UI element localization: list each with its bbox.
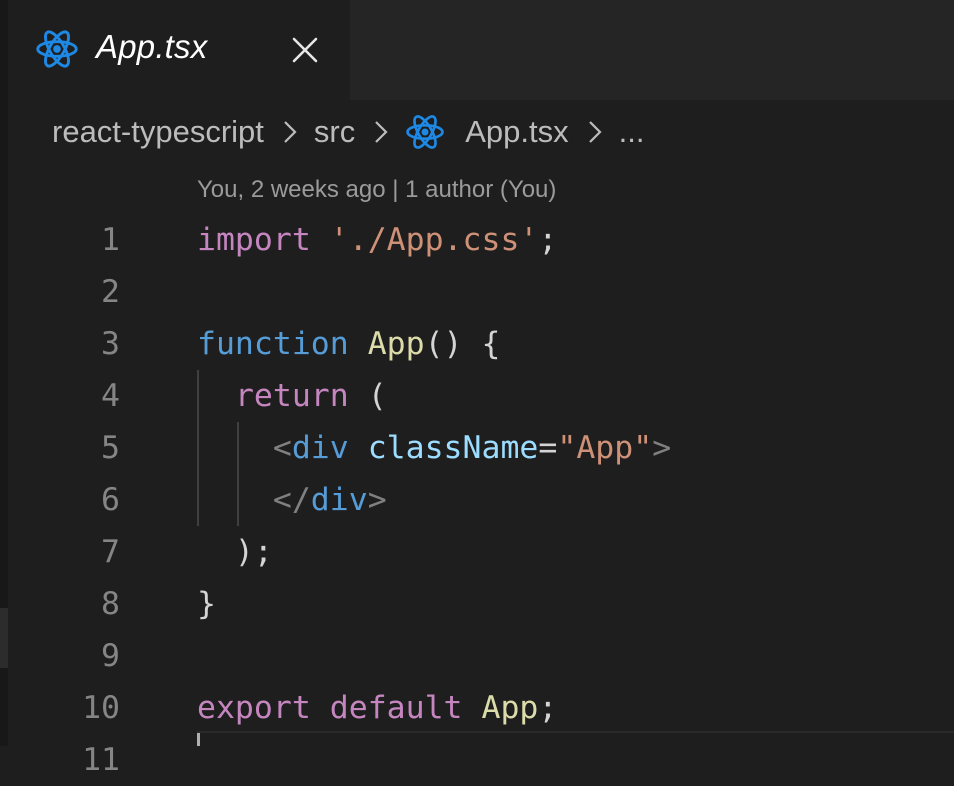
code-text: ); — [197, 526, 273, 578]
close-icon[interactable] — [291, 36, 319, 64]
code-editor[interactable]: 1 import './App.css'; 2 3 function App() {4 … — [0, 214, 954, 778]
code-token: = — [538, 430, 558, 466]
code-token: </ — [272, 482, 311, 518]
code-token: default — [329, 690, 463, 726]
code-token: App — [367, 326, 425, 362]
code-text: return ( — [197, 370, 387, 422]
line-number: 5 — [101, 430, 120, 466]
code-token: ; — [538, 690, 558, 726]
code-token: import — [197, 222, 311, 258]
code-text: import './App.css'; — [197, 214, 557, 266]
code-token: export — [197, 690, 311, 726]
code-line[interactable]: 10 export default App; — [0, 682, 954, 734]
tab-app-tsx[interactable]: App.tsx — [8, 0, 350, 100]
code-line[interactable]: 8} — [0, 578, 954, 630]
code-token: ( — [348, 378, 387, 414]
code-token: "App" — [557, 430, 653, 466]
code-text: </div> — [197, 474, 387, 526]
code-text: } — [197, 578, 216, 630]
code-token: div — [291, 430, 349, 466]
code-token: ; — [538, 222, 558, 258]
code-token: './App.css' — [329, 222, 539, 258]
code-token: return — [234, 378, 349, 414]
code-line[interactable]: 9 — [0, 630, 954, 682]
line-number: 11 — [82, 742, 120, 778]
code-token: ); — [197, 534, 273, 570]
code-line[interactable]: 2 — [0, 266, 954, 318]
line-number: 2 — [101, 274, 120, 310]
code-token: () { — [424, 326, 501, 362]
code-text: <div className="App"> — [197, 422, 671, 474]
code-token: App — [481, 690, 539, 726]
code-token: > — [367, 482, 387, 518]
breadcrumb-item-app-tsx[interactable]: App.tsx — [465, 114, 568, 150]
line-number: 1 — [101, 222, 120, 258]
code-line[interactable]: 1 import './App.css'; — [0, 214, 954, 266]
line-number: 10 — [82, 690, 120, 726]
code-line[interactable]: 4 return ( — [0, 370, 954, 422]
line-number: 9 — [101, 638, 120, 674]
breadcrumb-item-src[interactable]: src — [314, 114, 355, 150]
code-token: function — [197, 326, 349, 362]
chevron-right-icon — [375, 121, 388, 143]
code-line[interactable]: 7 ); — [0, 526, 954, 578]
chevron-right-icon — [588, 121, 602, 143]
code-line[interactable]: 6 </div> — [0, 474, 954, 526]
breadcrumb-item-more[interactable]: ... — [619, 114, 645, 150]
git-blame-annotation[interactable]: You, 2 weeks ago | 1 author (You) — [197, 176, 556, 204]
code-token: } — [197, 586, 216, 622]
code-token: < — [272, 430, 292, 466]
code-line[interactable]: 5 <div className="App"> — [0, 422, 954, 474]
breadcrumb-item-react-typescript[interactable]: react-typescript — [52, 114, 264, 150]
code-token: > — [652, 430, 672, 466]
code-token: className — [367, 430, 539, 466]
tab-label: App.tsx — [96, 28, 208, 65]
react-icon — [406, 115, 445, 149]
code-text: export default App; — [197, 682, 557, 734]
breadcrumb: react-typescript src App.tsx ... — [52, 108, 644, 156]
current-line-highlight — [197, 731, 954, 733]
line-number: 4 — [101, 378, 120, 414]
line-number: 7 — [101, 534, 120, 570]
code-line[interactable]: 11 — [0, 734, 954, 786]
react-icon — [36, 30, 78, 68]
chevron-right-icon — [284, 121, 297, 143]
code-line[interactable]: 3 function App() { — [0, 318, 954, 370]
line-number: 8 — [101, 586, 120, 622]
code-token: div — [310, 482, 368, 518]
text-caret — [197, 733, 200, 746]
line-number: 6 — [101, 482, 120, 518]
code-text: function App() { — [197, 318, 500, 370]
line-number: 3 — [101, 326, 120, 362]
